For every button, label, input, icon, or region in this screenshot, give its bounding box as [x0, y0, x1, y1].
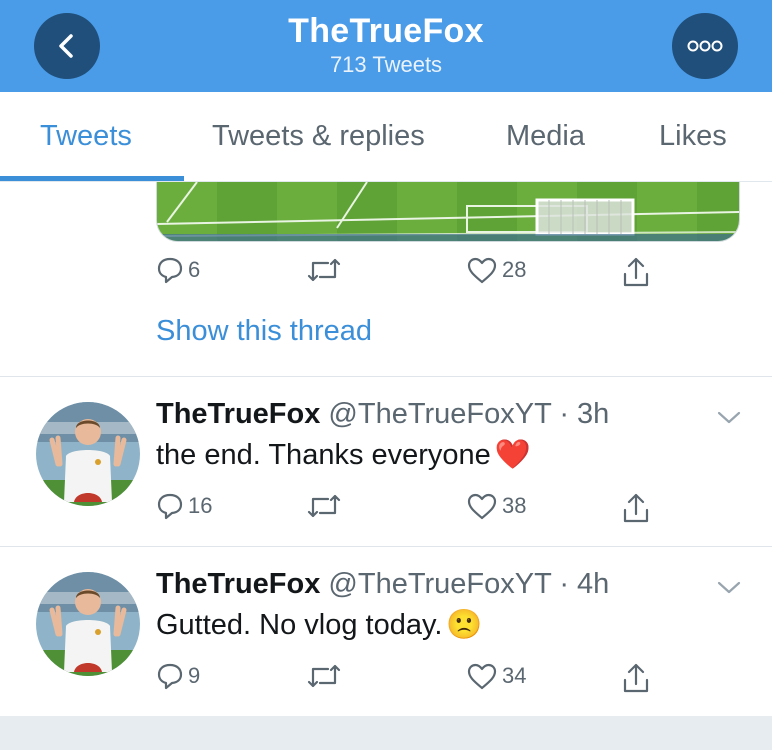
reply-icon [157, 663, 183, 690]
like-button[interactable]: 38 [466, 492, 526, 520]
heart-icon [467, 493, 497, 520]
avatar[interactable] [36, 572, 140, 676]
tweet-body: Gutted. No vlog today. [156, 608, 443, 641]
tweet-author-name[interactable]: TheTrueFox [156, 398, 320, 430]
meta-separator: · [551, 568, 578, 600]
timeline-footer [0, 716, 772, 750]
frown-emoji: 🙁 [446, 609, 483, 641]
meta-separator: · [551, 398, 578, 430]
retweet-button[interactable] [306, 492, 342, 520]
tweet-actions: 16 38 [156, 492, 656, 532]
tweet-actions: 9 34 [156, 662, 656, 702]
retweet-icon [307, 494, 341, 518]
like-count: 38 [502, 493, 527, 518]
reply-count: 16 [188, 493, 213, 518]
retweet-icon [307, 258, 341, 282]
page-title: TheTrueFox [288, 12, 484, 50]
tweet-text: the end. Thanks everyone ❤️ [156, 438, 531, 472]
share-button[interactable] [622, 256, 650, 288]
tweet-author-handle[interactable]: @TheTrueFoxYT [328, 398, 551, 430]
reply-count: 9 [188, 663, 201, 688]
tweet-media-image[interactable] [156, 182, 740, 242]
tweet-divider [0, 546, 772, 547]
chevron-down-icon[interactable] [716, 410, 742, 426]
reply-icon [157, 257, 183, 284]
share-icon [623, 663, 649, 693]
reply-button[interactable]: 16 [156, 492, 212, 520]
reply-icon [157, 493, 183, 520]
more-button[interactable] [672, 13, 738, 79]
chevron-down-icon[interactable] [716, 580, 742, 596]
tab-media[interactable]: Media [506, 120, 585, 153]
share-button[interactable] [622, 662, 650, 694]
reply-button[interactable]: 9 [156, 662, 200, 690]
retweet-button[interactable] [306, 256, 342, 284]
tweet-timestamp[interactable]: 4h [577, 568, 609, 600]
tweet-divider [0, 376, 772, 377]
tweet-timestamp[interactable]: 3h [577, 398, 609, 430]
tweet-author-handle[interactable]: @TheTrueFoxYT [328, 568, 551, 600]
tweet-body: the end. Thanks everyone [156, 438, 491, 471]
like-count: 34 [502, 663, 527, 688]
tweet-count: 713 Tweets [329, 52, 443, 77]
tweet-author-name[interactable]: TheTrueFox [156, 568, 320, 600]
retweet-button[interactable] [306, 662, 342, 690]
avatar[interactable] [36, 402, 140, 506]
tab-tweets-replies[interactable]: Tweets & replies [212, 120, 425, 153]
share-icon [623, 257, 649, 287]
tweet-header: TheTrueFox @TheTrueFoxYT · 4h [156, 568, 609, 601]
reply-count: 6 [188, 257, 201, 282]
share-icon [623, 493, 649, 523]
share-button[interactable] [622, 492, 650, 524]
like-button[interactable]: 28 [466, 256, 526, 284]
like-button[interactable]: 34 [466, 662, 526, 690]
avatar-image [36, 402, 140, 506]
tweet-header: TheTrueFox @TheTrueFoxYT · 3h [156, 398, 609, 431]
football-pitch-image [157, 182, 739, 241]
heart-icon [467, 663, 497, 690]
like-count: 28 [502, 257, 527, 282]
thread-tweet-actions: 6 28 [156, 256, 656, 296]
heart-icon [467, 257, 497, 284]
tweet-text: Gutted. No vlog today. 🙁 [156, 608, 483, 642]
reply-button[interactable]: 6 [156, 256, 200, 284]
tab-likes[interactable]: Likes [659, 120, 727, 153]
heart-emoji: ❤️ [494, 439, 531, 471]
profile-tabs: Tweets Tweets & replies Media Likes [0, 92, 772, 182]
retweet-icon [307, 664, 341, 688]
avatar-image [36, 572, 140, 676]
profile-header: TheTrueFox 713 Tweets [0, 0, 772, 92]
tab-tweets[interactable]: Tweets [40, 120, 132, 153]
show-thread-link[interactable]: Show this thread [156, 315, 372, 348]
more-dots-icon [687, 40, 723, 52]
